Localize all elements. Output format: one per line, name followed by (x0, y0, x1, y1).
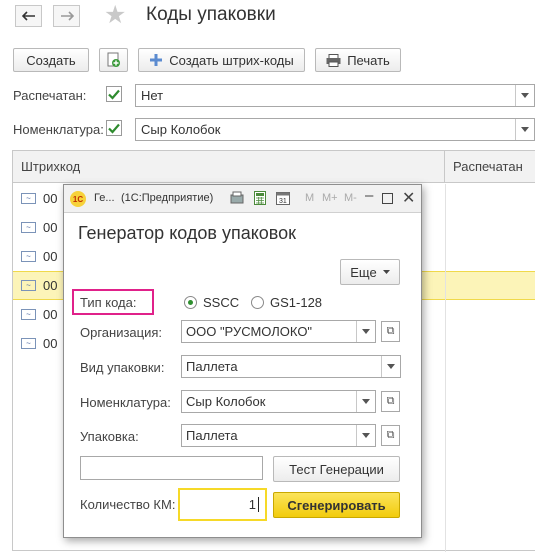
dialog-nomenclature-select[interactable]: Сыр Колобок (181, 390, 376, 413)
code-type-label: Тип кода: (72, 289, 154, 315)
maximize-icon[interactable] (382, 193, 393, 204)
open-package-icon[interactable]: ⧉ (381, 425, 400, 446)
pack-type-value: Паллета (186, 359, 238, 374)
barcode-row-icon: ~ (21, 338, 36, 349)
printed-filter-value: Нет (141, 88, 164, 103)
memory-minus-button[interactable]: M- (344, 192, 357, 204)
code-generator-dialog: 1С Ге... (1С:Предприятие) 31 M M+ M- – ✕… (63, 184, 422, 538)
dialog-window-title: Ге... (94, 192, 115, 204)
column-divider (445, 184, 446, 552)
more-button[interactable]: Еще (340, 259, 400, 285)
printed-filter-select[interactable]: Нет (135, 84, 535, 107)
plus-icon (150, 54, 163, 66)
pack-type-select[interactable]: Паллета (181, 355, 401, 378)
chevron-down-icon[interactable] (356, 391, 375, 412)
open-organization-icon[interactable]: ⧉ (381, 321, 400, 342)
back-button[interactable] (15, 5, 42, 27)
count-input[interactable]: 1 (178, 488, 267, 521)
chevron-down-icon[interactable] (381, 356, 400, 377)
create-barcodes-label: Создать штрих-коды (169, 52, 294, 68)
dialog-nomenclature-label: Номенклатура: (80, 395, 171, 410)
memory-m-button[interactable]: M (305, 192, 314, 204)
barcode-row-icon: ~ (21, 309, 36, 320)
table-cell-barcode: 00 (43, 336, 58, 351)
dialog-window-app: (1С:Предприятие) (121, 192, 214, 204)
test-output-field[interactable] (80, 456, 263, 480)
nomenclature-filter-checkbox[interactable] (106, 120, 122, 136)
create-button-label: Создать (26, 52, 76, 68)
nomenclature-filter-label: Номенклатура: (13, 122, 104, 137)
nomenclature-filter-value: Сыр Колобок (141, 122, 221, 137)
column-header-barcode-label: Штрихкод (21, 159, 81, 174)
text-cursor (258, 497, 259, 512)
calendar-icon[interactable]: 31 (276, 191, 290, 208)
chevron-down-icon[interactable] (515, 85, 534, 106)
print-button[interactable]: Печать (315, 48, 401, 72)
close-icon[interactable]: ✕ (402, 188, 415, 208)
radio-sscc[interactable] (184, 296, 197, 309)
nomenclature-filter-select[interactable]: Сыр Колобок (135, 118, 535, 141)
package-select[interactable]: Паллета (181, 424, 376, 447)
chevron-down-icon[interactable] (356, 425, 375, 446)
package-value: Паллета (186, 428, 238, 443)
page-title: Коды упаковки (146, 4, 276, 25)
create-button[interactable]: Создать (13, 48, 89, 72)
dialog-titlebar[interactable]: 1С Ге... (1С:Предприятие) 31 M M+ M- – ✕ (64, 185, 421, 213)
barcode-row-icon: ~ (21, 280, 36, 291)
memory-plus-button[interactable]: M+ (322, 192, 338, 204)
printed-filter-label: Распечатан: (13, 88, 87, 103)
chevron-down-icon (382, 270, 390, 274)
calculator-icon[interactable] (254, 191, 266, 208)
barcode-row-icon: ~ (21, 193, 36, 204)
count-label: Количество КМ: (80, 497, 176, 512)
organization-select[interactable]: ООО "РУСМОЛОКО" (181, 320, 376, 343)
table-cell-barcode: 00 (43, 191, 58, 206)
radio-gs1-128-label[interactable]: GS1-128 (270, 295, 322, 310)
radio-gs1-128[interactable] (251, 296, 264, 309)
app-logo-icon: 1С (70, 191, 86, 207)
column-header-printed[interactable]: Распечатан (445, 151, 535, 183)
package-label: Упаковка: (80, 429, 139, 444)
arrow-left-icon (21, 11, 35, 21)
generate-button[interactable]: Сгенерировать (273, 492, 400, 518)
chevron-down-icon[interactable] (356, 321, 375, 342)
copy-add-icon (107, 52, 120, 67)
count-value: 1 (248, 497, 256, 512)
table-cell-barcode: 00 (43, 307, 58, 322)
checkmark-icon (108, 123, 120, 134)
code-type-label-text: Тип кода: (80, 294, 137, 310)
chevron-down-icon[interactable] (515, 119, 534, 140)
table-cell-barcode: 00 (43, 249, 58, 264)
dialog-heading: Генератор кодов упаковок (78, 223, 297, 243)
pack-type-label: Вид упаковки: (80, 360, 165, 375)
create-barcodes-button[interactable]: Создать штрих-коды (138, 48, 305, 72)
arrow-right-icon (60, 11, 74, 21)
radio-sscc-label[interactable]: SSCC (203, 295, 239, 310)
print-button-label: Печать (347, 52, 390, 68)
star-icon[interactable]: ★ (104, 0, 126, 30)
printed-filter-checkbox[interactable] (106, 86, 122, 102)
minimize-icon[interactable]: – (365, 187, 373, 204)
dialog-nomenclature-value: Сыр Колобок (186, 394, 266, 409)
svg-text:31: 31 (279, 198, 287, 205)
organization-label: Организация: (80, 325, 163, 340)
test-generation-label: Тест Генерации (289, 461, 384, 477)
copy-button[interactable] (99, 48, 128, 72)
printer-icon (326, 53, 341, 67)
table-cell-barcode: 00 (43, 220, 58, 235)
more-button-label: Еще (350, 264, 377, 280)
forward-button[interactable] (53, 5, 80, 27)
test-generation-button[interactable]: Тест Генерации (273, 456, 400, 482)
checkmark-icon (108, 89, 120, 100)
save-icon[interactable] (230, 191, 244, 208)
open-nomenclature-icon[interactable]: ⧉ (381, 391, 400, 412)
table-cell-barcode: 00 (43, 278, 58, 293)
generate-button-label: Сгенерировать (287, 497, 386, 513)
barcode-row-icon: ~ (21, 251, 36, 262)
organization-value: ООО "РУСМОЛОКО" (186, 324, 313, 339)
column-header-printed-label: Распечатан (453, 159, 523, 174)
barcode-row-icon: ~ (21, 222, 36, 233)
column-header-barcode[interactable]: Штрихкод (13, 151, 445, 183)
